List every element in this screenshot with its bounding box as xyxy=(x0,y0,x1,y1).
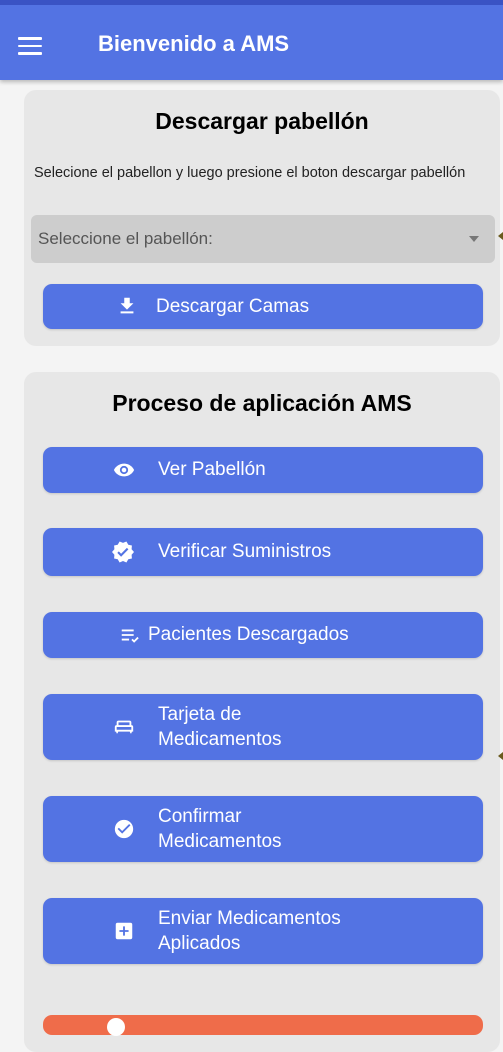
eye-icon xyxy=(113,463,135,477)
partial-button-icon xyxy=(107,1018,125,1036)
scroll-indicator-icon xyxy=(498,752,503,760)
downloaded-patients-label: Pacientes Descargados xyxy=(148,624,349,645)
scroll-indicator-icon xyxy=(498,232,503,240)
check-circle-icon xyxy=(114,819,134,839)
view-pavilion-label: Ver Pabellón xyxy=(158,459,266,480)
download-beds-button[interactable]: Descargar Camas xyxy=(43,284,483,329)
medication-card-button[interactable]: Tarjeta de Medicamentos xyxy=(43,694,483,760)
page-title: Bienvenido a AMS xyxy=(98,31,290,56)
send-medications-label-line2: Aplicados xyxy=(158,933,241,954)
app-bar: Bienvenido a AMS xyxy=(0,0,503,80)
plus-box-icon xyxy=(115,922,133,940)
download-section-title: Descargar pabellón xyxy=(155,108,369,134)
download-instructions: Selecione el pabellon y luego presione e… xyxy=(34,165,466,181)
medication-card-label-line1: Tarjeta de xyxy=(158,704,242,725)
process-section-title: Proceso de aplicación AMS xyxy=(112,390,412,416)
pavilion-select-placeholder: Seleccione el pabellón: xyxy=(38,229,213,248)
dropdown-caret-icon xyxy=(469,236,479,242)
ams-process-card: Proceso de aplicación AMS Ver Pabellón V… xyxy=(24,372,500,1052)
download-icon xyxy=(120,297,134,314)
medication-card-label-line2: Medicamentos xyxy=(158,729,282,750)
download-beds-label: Descargar Camas xyxy=(156,296,310,317)
hamburger-menu-icon[interactable] xyxy=(18,37,42,55)
download-pavilion-card: Descargar pabellón Selecione el pabellon… xyxy=(24,90,500,346)
checklist-icon xyxy=(121,629,139,643)
view-pavilion-button[interactable]: Ver Pabellón xyxy=(43,447,483,493)
confirm-medications-label-line2: Medicamentos xyxy=(158,831,282,852)
send-medications-label-line1: Enviar Medicamentos xyxy=(158,908,341,929)
verified-badge-icon xyxy=(112,541,134,563)
confirm-medications-label-line1: Confirmar xyxy=(158,806,242,827)
downloaded-patients-button[interactable]: Pacientes Descargados xyxy=(43,612,483,658)
verify-supplies-button[interactable]: Verificar Suministros xyxy=(43,528,483,576)
pavilion-select[interactable]: Seleccione el pabellón: xyxy=(31,215,495,263)
send-applied-medications-button[interactable]: Enviar Medicamentos Aplicados xyxy=(43,898,483,964)
confirm-medications-button[interactable]: Confirmar Medicamentos xyxy=(43,796,483,862)
bed-icon xyxy=(114,720,134,734)
verify-supplies-label: Verificar Suministros xyxy=(158,541,332,562)
